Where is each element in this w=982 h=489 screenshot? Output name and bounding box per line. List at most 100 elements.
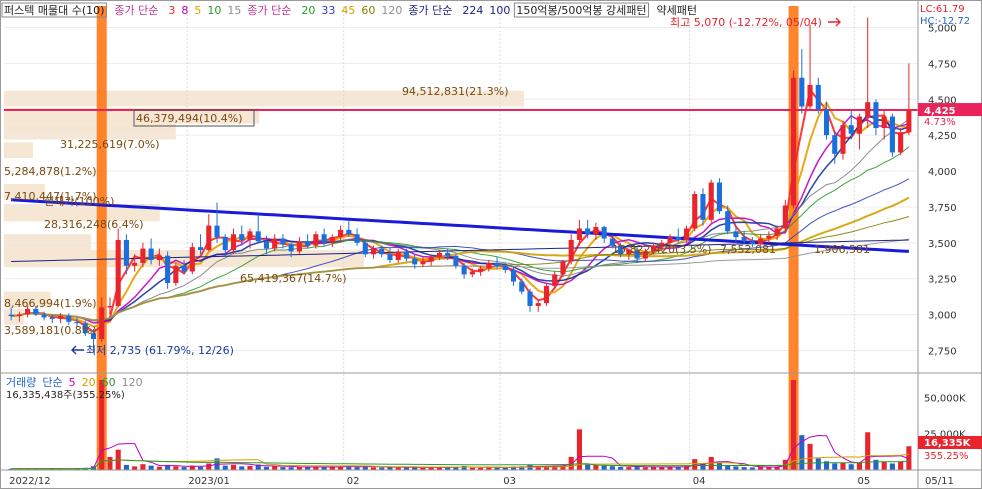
legend-item-5[interactable]: 10 — [207, 4, 221, 17]
volume-bar-20[interactable] — [173, 466, 179, 470]
candle-body-34[interactable] — [288, 244, 294, 252]
volume-bar-27[interactable] — [230, 464, 237, 470]
legend-item-17[interactable]: 약세패턴 — [657, 3, 697, 17]
candle-body-87[interactable] — [725, 211, 731, 232]
candle-body-81[interactable] — [675, 237, 681, 240]
volume-bar-108[interactable] — [898, 461, 904, 470]
candle-body-7[interactable] — [66, 316, 72, 322]
candle-body-83[interactable] — [692, 194, 698, 229]
candle-body-47[interactable] — [395, 251, 401, 261]
candle-body-72[interactable] — [601, 227, 607, 239]
legend-item-11[interactable]: 60 — [361, 4, 375, 17]
volume-bar-26[interactable] — [222, 465, 228, 470]
candle-body-58[interactable] — [486, 262, 492, 269]
candle-body-80[interactable] — [667, 237, 673, 243]
candle-body-59[interactable] — [494, 262, 500, 266]
candle-body-64[interactable] — [535, 303, 541, 306]
volume-bar-24[interactable] — [206, 463, 212, 470]
stock-chart[interactable]: 5,0004,7504,5004,2504,0003,7503,5003,250… — [0, 0, 982, 489]
legend-item-15[interactable]: 100 — [489, 4, 510, 17]
volume-bar-32[interactable] — [272, 466, 278, 470]
candle-body-63[interactable] — [527, 291, 533, 306]
candle-body-30[interactable] — [255, 231, 261, 242]
volume-bar-17[interactable] — [148, 465, 154, 470]
candle-body-20[interactable] — [173, 265, 179, 284]
candle-body-56[interactable] — [469, 271, 475, 275]
candle-body-108[interactable] — [898, 132, 904, 153]
candle-body-107[interactable] — [889, 116, 895, 153]
candle-body-101[interactable] — [840, 125, 846, 154]
volume-bar-86[interactable] — [716, 462, 722, 470]
candle-body-96[interactable] — [799, 77, 805, 107]
candle-body-25[interactable] — [214, 225, 220, 238]
volume-legend-item-1[interactable]: 단순 — [42, 376, 62, 389]
candle-body-52[interactable] — [436, 252, 442, 258]
candle-body-84[interactable] — [700, 194, 706, 220]
candle-body-18[interactable] — [156, 255, 162, 261]
candle-body-53[interactable] — [445, 252, 451, 256]
volume-bar-104[interactable] — [865, 432, 871, 470]
candle-body-99[interactable] — [823, 109, 830, 136]
candle-body-49[interactable] — [412, 258, 418, 265]
candle-body-66[interactable] — [552, 274, 558, 286]
candle-body-16[interactable] — [140, 248, 146, 263]
candle-body-71[interactable] — [593, 227, 599, 235]
legend-item-2[interactable]: 3 — [168, 4, 175, 17]
volume-bar-14[interactable] — [123, 464, 129, 470]
legend-item-7[interactable]: 종가 단순 — [247, 4, 291, 17]
volume-bar-73[interactable] — [609, 466, 615, 470]
candle-body-50[interactable] — [420, 261, 426, 265]
legend-item-0[interactable]: 퍼스텍 매물대 수(10) — [4, 4, 104, 17]
volume-bar-106[interactable] — [881, 462, 887, 470]
candle-body-95[interactable] — [791, 77, 797, 206]
candle-body-62[interactable] — [519, 281, 525, 292]
candle-body-33[interactable] — [280, 238, 286, 245]
candle-body-46[interactable] — [387, 254, 393, 261]
legend-item-12[interactable]: 120 — [381, 4, 402, 17]
volume-bar-15[interactable] — [132, 466, 138, 470]
candle-body-106[interactable] — [881, 116, 887, 128]
legend-item-10[interactable]: 45 — [341, 4, 355, 17]
volume-bar-101[interactable] — [840, 462, 846, 470]
volume-bar-12[interactable] — [107, 456, 113, 470]
candle-body-43[interactable] — [362, 242, 368, 255]
candle-body-86[interactable] — [716, 182, 722, 212]
candle-body-51[interactable] — [428, 257, 434, 262]
candle-body-36[interactable] — [305, 241, 311, 246]
volume-bar-72[interactable] — [601, 465, 607, 470]
candle-body-102[interactable] — [848, 125, 854, 134]
candle-body-17[interactable] — [148, 248, 154, 261]
candle-body-44[interactable] — [370, 248, 377, 255]
candle-body-68[interactable] — [568, 239, 574, 262]
candle-body-39[interactable] — [329, 237, 335, 243]
candle-body-69[interactable] — [576, 228, 582, 240]
volume-legend-item-0[interactable]: 거래량 — [6, 376, 36, 389]
candle-body-45[interactable] — [379, 248, 385, 255]
candle-body-82[interactable] — [683, 228, 690, 240]
candle-body-103[interactable] — [856, 116, 863, 134]
volume-bar-71[interactable] — [593, 464, 599, 470]
volume-bar-105[interactable] — [873, 459, 879, 470]
legend-item-16[interactable]: 150억봉/500억봉 강세패턴 — [516, 4, 646, 17]
volume-bar-16[interactable] — [140, 464, 146, 470]
candle-body-28[interactable] — [239, 234, 245, 240]
candle-body-97[interactable] — [807, 84, 813, 107]
candle-body-11[interactable] — [99, 307, 105, 339]
candle-body-57[interactable] — [478, 268, 484, 272]
legend-item-3[interactable]: 8 — [181, 4, 188, 17]
legend-item-1[interactable]: 종가 단순 — [114, 4, 158, 17]
candle-body-19[interactable] — [165, 255, 171, 284]
candle-body-21[interactable] — [181, 265, 187, 272]
candle-body-104[interactable] — [865, 102, 871, 117]
volume-bar-68[interactable] — [568, 456, 574, 470]
volume-bar-103[interactable] — [856, 462, 863, 470]
candle-body-54[interactable] — [453, 255, 459, 266]
candle-body-38[interactable] — [321, 234, 327, 243]
volume-legend-item-3[interactable]: 20 — [82, 376, 96, 389]
candle-body-109[interactable] — [906, 110, 912, 133]
candle-body-8[interactable] — [74, 321, 80, 324]
candle-body-27[interactable] — [230, 234, 237, 250]
candle-body-89[interactable] — [741, 237, 747, 242]
candle-body-31[interactable] — [263, 241, 269, 249]
candle-body-32[interactable] — [272, 238, 278, 249]
